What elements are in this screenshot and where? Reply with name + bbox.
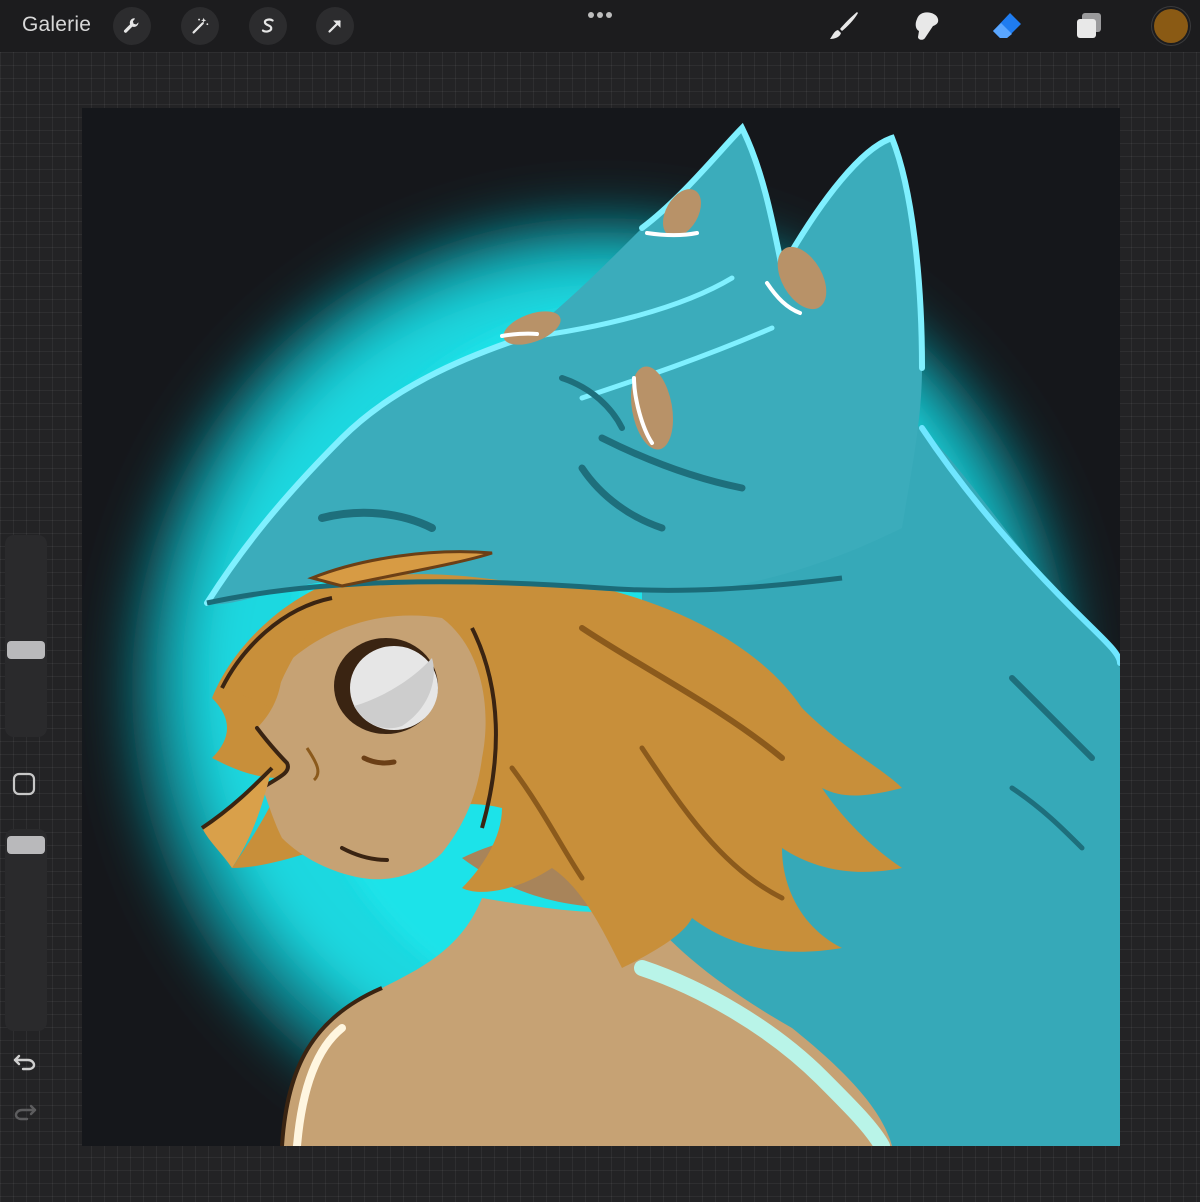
top-toolbar: Galerie xyxy=(0,0,1200,52)
brush-size-slider[interactable] xyxy=(5,535,47,737)
wrench-icon xyxy=(123,18,139,33)
selection-button[interactable] xyxy=(249,7,287,45)
arrow-cursor-icon xyxy=(328,20,341,33)
color-picker-button[interactable] xyxy=(1154,9,1188,43)
adjustments-button[interactable] xyxy=(181,7,219,45)
layers-icon xyxy=(1077,13,1101,38)
smudge-icon xyxy=(915,12,939,40)
brush-size-thumb[interactable] xyxy=(7,641,45,659)
modify-square-icon[interactable] xyxy=(12,772,36,796)
gallery-button[interactable]: Galerie xyxy=(22,13,91,37)
transform-button[interactable] xyxy=(316,7,354,45)
selection-s-icon xyxy=(261,18,274,33)
smudge-tool-button[interactable] xyxy=(908,8,944,44)
drawing-canvas[interactable] xyxy=(82,108,1120,1146)
redo-icon[interactable] xyxy=(12,1098,38,1124)
actions-button[interactable] xyxy=(113,7,151,45)
left-sidebar xyxy=(3,533,47,1133)
opacity-thumb[interactable] xyxy=(7,836,45,854)
brush-tool-button[interactable] xyxy=(826,8,862,44)
undo-icon[interactable] xyxy=(12,1048,38,1074)
brush-icon xyxy=(830,12,858,39)
artwork xyxy=(132,122,1120,1146)
eraser-tool-button[interactable] xyxy=(989,8,1025,44)
magic-wand-icon xyxy=(192,17,209,34)
eraser-icon xyxy=(993,13,1021,38)
layers-button[interactable] xyxy=(1071,8,1107,44)
procreate-app: Galerie xyxy=(0,0,1200,1202)
more-options-icon[interactable] xyxy=(586,11,616,19)
opacity-slider[interactable] xyxy=(5,829,47,1031)
